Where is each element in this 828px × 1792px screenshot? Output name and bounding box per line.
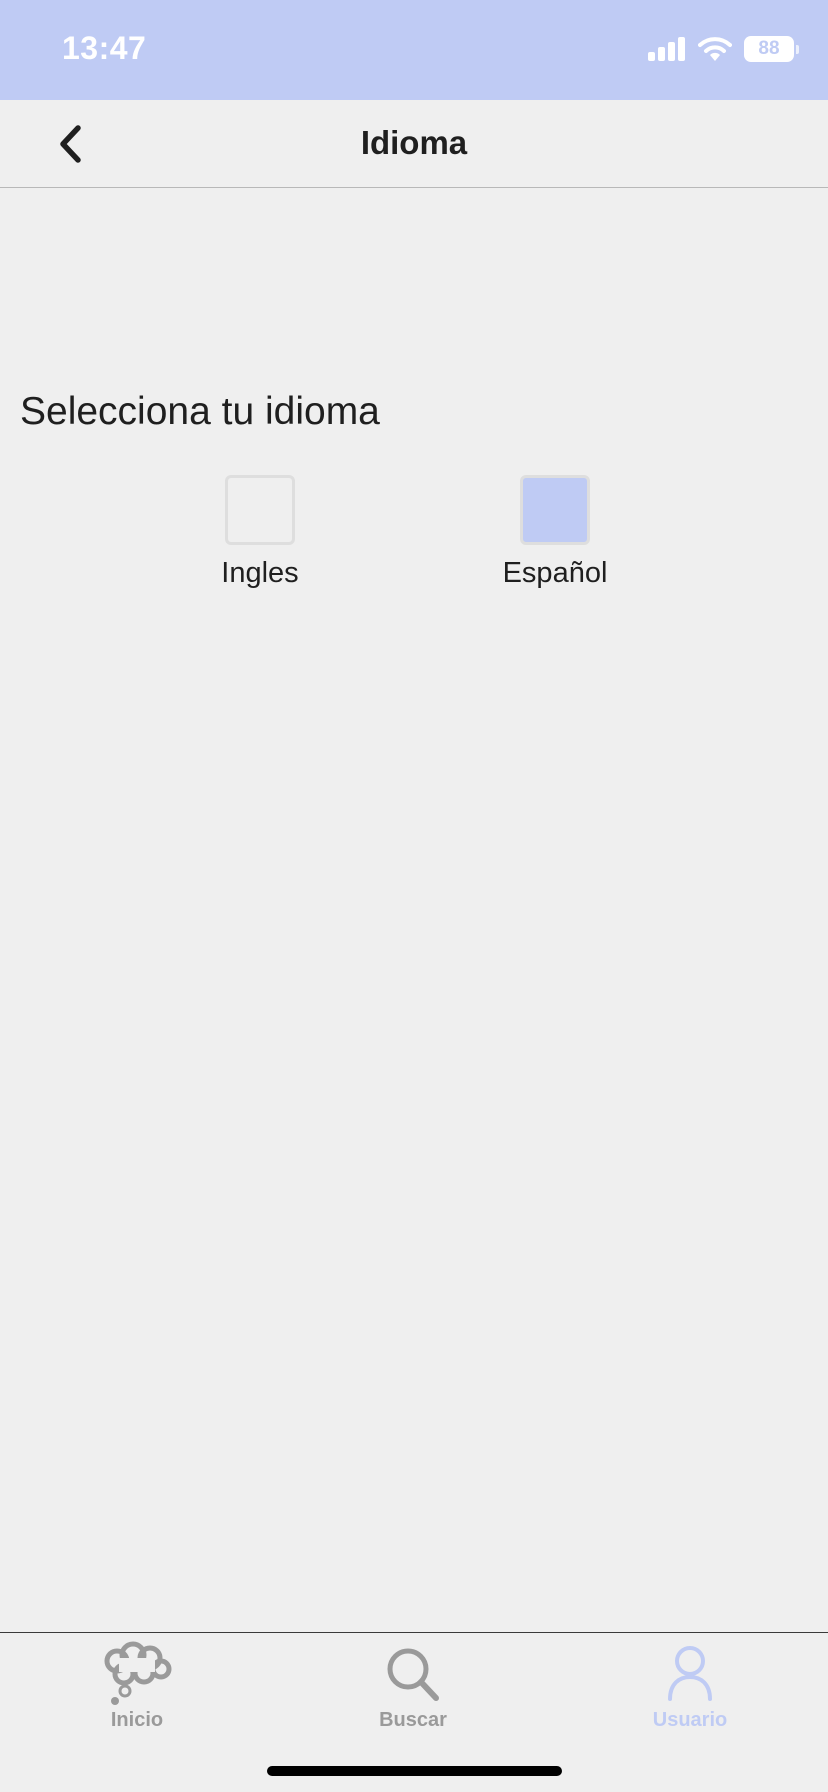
status-time: 13:47 <box>62 30 147 66</box>
app-screen: 13:47 88 Idioma Selecciona tu idioma Ing… <box>0 0 828 1792</box>
tab-usuario[interactable]: Usuario <box>590 1641 790 1732</box>
wifi-icon <box>698 37 732 61</box>
battery-icon: 88 <box>744 36 799 62</box>
signal-icon <box>648 37 685 61</box>
thought-cloud-icon <box>104 1641 172 1705</box>
home-indicator <box>267 1766 562 1776</box>
language-option-espanol[interactable]: Español <box>455 475 655 590</box>
status-icons: 88 <box>648 34 799 64</box>
navigation-bar: Idioma <box>0 100 828 188</box>
language-label-ingles: Ingles <box>221 557 299 589</box>
user-icon <box>668 1646 712 1701</box>
tab-buscar[interactable]: Buscar <box>313 1641 513 1732</box>
language-section-title: Selecciona tu idioma <box>20 390 380 433</box>
status-bar: 13:47 88 <box>0 0 828 100</box>
page-title: Idioma <box>360 124 468 161</box>
search-icon <box>387 1648 439 1701</box>
tab-label-inicio: Inicio <box>110 1709 164 1731</box>
language-option-ingles[interactable]: Ingles <box>160 475 360 590</box>
language-checkbox-ingles[interactable] <box>225 475 295 545</box>
language-label-espanol: Español <box>502 557 608 589</box>
language-checkbox-espanol[interactable] <box>520 475 590 545</box>
tab-inicio[interactable]: Inicio <box>37 1641 237 1732</box>
battery-level: 88 <box>758 38 780 59</box>
tab-label-buscar: Buscar <box>379 1709 447 1731</box>
tab-label-usuario: Usuario <box>652 1709 728 1731</box>
